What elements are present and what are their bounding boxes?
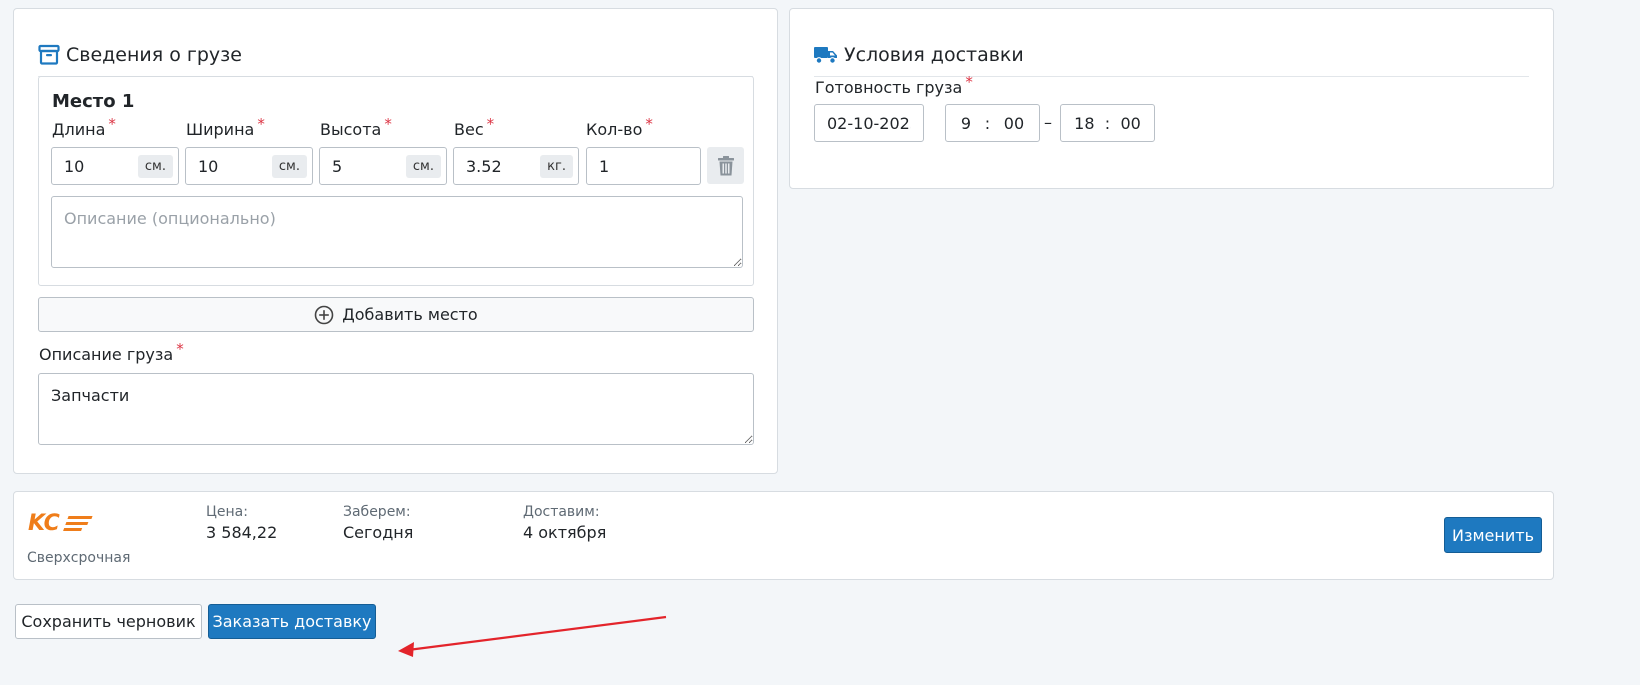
quantity-label: Кол-во * <box>586 115 653 139</box>
time-to-box: 18 : 00 <box>1060 104 1155 142</box>
time-from-hour[interactable]: 9 <box>961 114 971 133</box>
place-description-input[interactable] <box>51 196 743 268</box>
change-button[interactable]: Изменить <box>1444 517 1542 553</box>
time-to-hour[interactable]: 18 <box>1074 114 1094 133</box>
order-delivery-button[interactable]: Заказать доставку <box>208 604 376 639</box>
delivery-card: Условия доставки Готовность груза* 9 : 0… <box>789 8 1554 189</box>
time-from-minute[interactable]: 00 <box>1004 114 1024 133</box>
delivery-card-header: Условия доставки <box>814 33 1529 77</box>
delete-place-button[interactable] <box>707 147 744 184</box>
deliver-value: 4 октября <box>523 523 607 542</box>
cargo-card: Сведения о грузе Место 1 Длина * Ширина * … <box>13 8 778 474</box>
cargo-title: Сведения о грузе <box>66 43 242 66</box>
pickup-label: Заберем: <box>343 504 411 520</box>
truck-icon <box>814 46 837 64</box>
pickup-value: Сегодня <box>343 523 414 542</box>
weight-input[interactable] <box>454 148 541 184</box>
weight-label: Вес * <box>454 115 495 139</box>
height-input-group: см. <box>319 147 447 185</box>
length-unit: см. <box>137 154 173 178</box>
add-place-button[interactable]: Добавить место <box>38 297 754 332</box>
service-name: Сверхсрочная <box>27 550 131 566</box>
carrier-logo: KC <box>28 512 93 534</box>
weight-unit: кг. <box>540 154 573 178</box>
add-place-label: Добавить место <box>342 305 478 324</box>
weight-input-group: кг. <box>453 147 579 185</box>
time-from-box: 9 : 00 <box>945 104 1040 142</box>
price-label: Цена: <box>206 504 248 520</box>
length-input-group: см. <box>51 147 179 185</box>
delivery-title: Условия доставки <box>844 43 1024 66</box>
cargo-ready-label: Готовность груза * <box>815 73 973 97</box>
place-title: Место 1 <box>52 91 135 112</box>
box-icon <box>38 44 60 65</box>
width-unit: см. <box>271 154 307 178</box>
height-unit: см. <box>405 154 441 178</box>
trash-icon <box>717 155 734 175</box>
time-from-colon: : <box>984 113 991 133</box>
quantity-input-group <box>586 147 701 185</box>
width-input-group: см. <box>185 147 313 185</box>
svg-text:KC: KC <box>28 512 60 534</box>
width-label: Ширина * <box>186 115 265 139</box>
quantity-input[interactable] <box>587 148 700 184</box>
length-input[interactable] <box>52 148 138 184</box>
plus-circle-icon <box>314 305 334 324</box>
cargo-description-label: Описание груза * <box>39 340 184 364</box>
height-input[interactable] <box>320 148 406 184</box>
price-value: 3 584,22 <box>206 523 278 542</box>
time-to-colon: : <box>1104 113 1111 133</box>
offer-card: KC Сверхсрочная Цена: 3 584,22 Заберем: … <box>13 491 1554 580</box>
deliver-label: Доставим: <box>523 504 600 520</box>
place-box: Место 1 Длина * Ширина * Высота * Вес * Кол-… <box>38 76 754 286</box>
date-input[interactable] <box>815 105 923 141</box>
date-input-group <box>814 104 924 142</box>
save-draft-button[interactable]: Сохранить черновик <box>15 604 202 639</box>
height-label: Высота * <box>320 115 392 139</box>
time-to-minute[interactable]: 00 <box>1120 114 1140 133</box>
cargo-description-input[interactable]: Запчасти <box>38 373 754 445</box>
time-range-dash: – <box>1044 113 1052 132</box>
cargo-card-header: Сведения о грузе <box>38 33 753 77</box>
width-input[interactable] <box>186 148 272 184</box>
length-label: Длина * <box>52 115 116 139</box>
